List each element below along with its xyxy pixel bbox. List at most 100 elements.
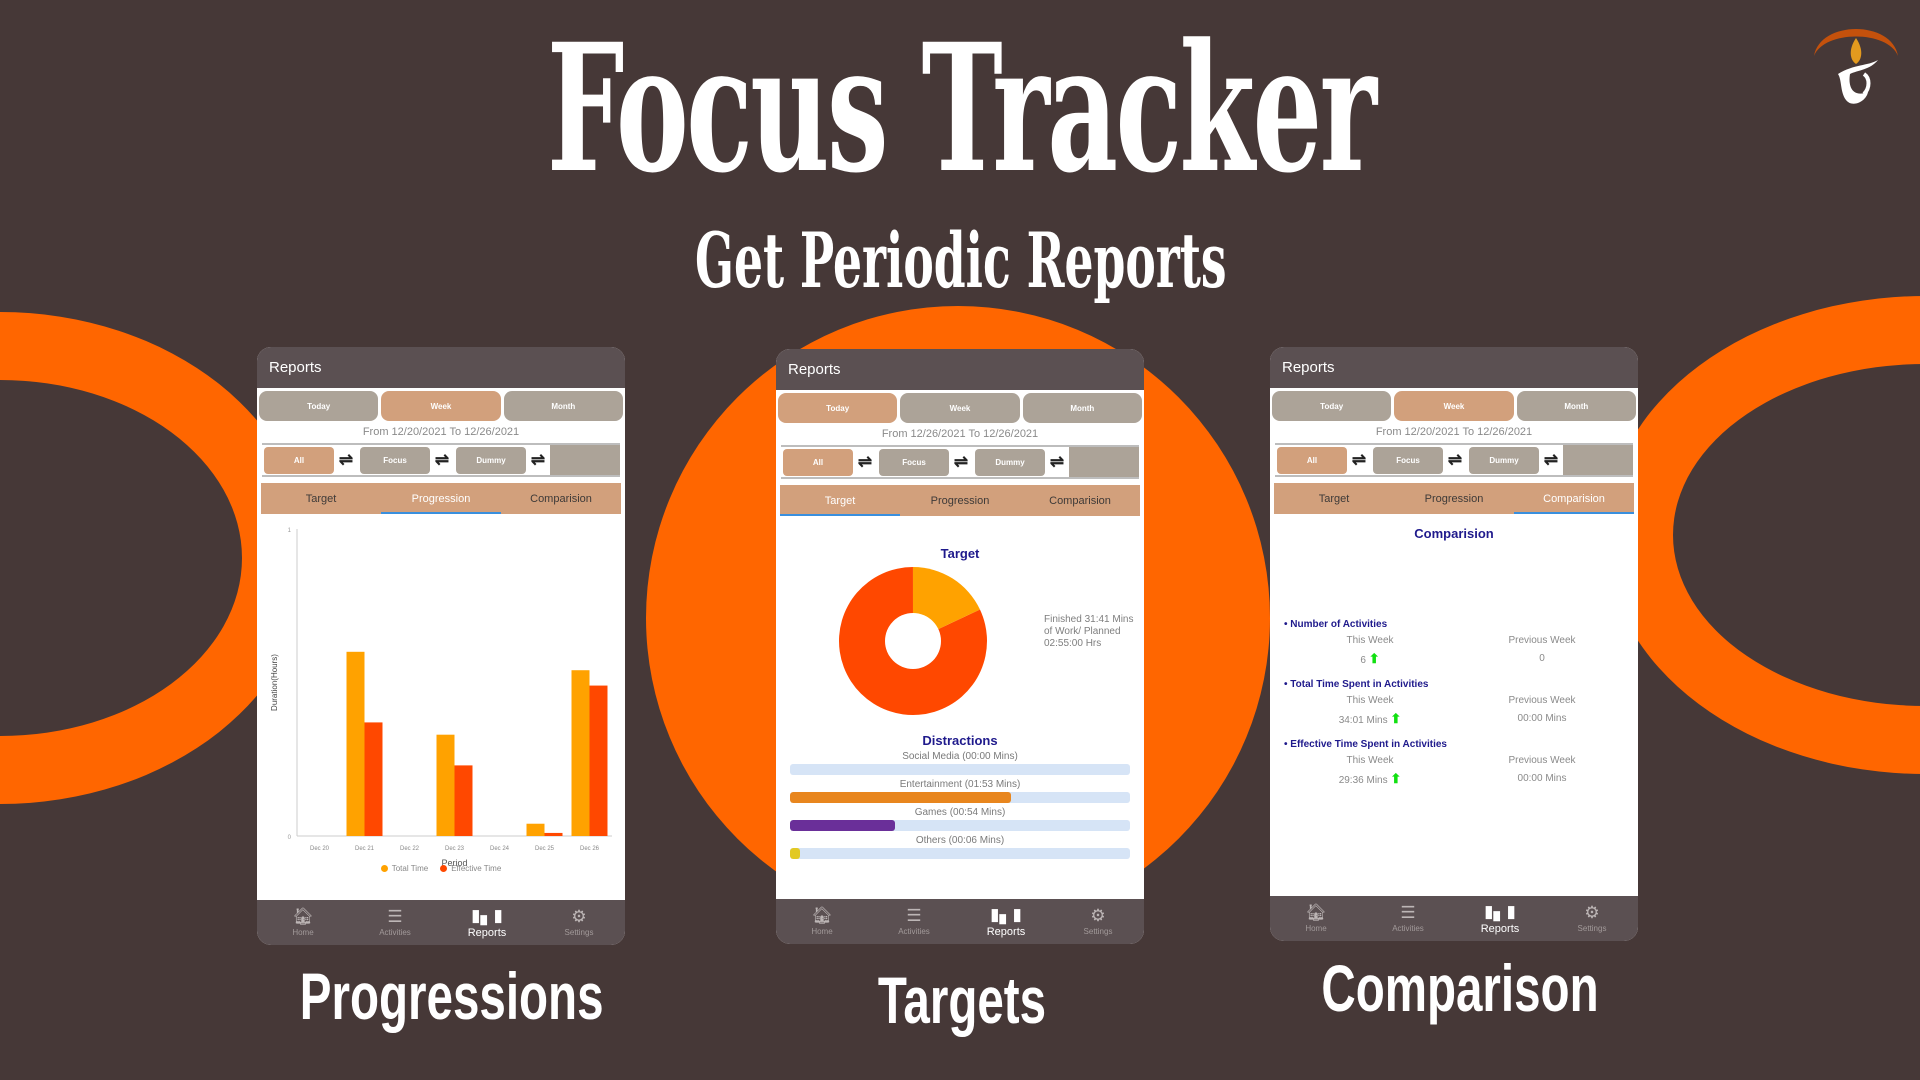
activity-filter-row: All ⇌ Focus ⇌ Dummy ⇌ xyxy=(1275,443,1633,477)
comparison-section-total-time: • Total Time Spent in Activities This We… xyxy=(1284,678,1628,730)
swap-icon[interactable]: ⇌ xyxy=(334,450,358,470)
bar-effective-time xyxy=(544,832,563,836)
period-selector: Today Week Month xyxy=(257,388,625,421)
gear-icon: ⚙ xyxy=(571,907,587,926)
bar-effective-time xyxy=(364,722,383,836)
swap-icon[interactable]: ⇌ xyxy=(1443,450,1467,470)
tab-comparision[interactable]: Comparision xyxy=(1020,485,1140,516)
value-text: 29:36 Mins xyxy=(1338,775,1388,786)
swap-icon[interactable]: ⇌ xyxy=(526,450,550,470)
candle-flame-logo-icon xyxy=(1808,8,1904,112)
app-bar-title: Reports xyxy=(1270,347,1638,388)
tab-progression[interactable]: Progression xyxy=(900,485,1020,516)
filter-dummy-button[interactable]: Dummy xyxy=(1469,446,1539,474)
target-summary-text: Finished 31:41 Mins of Work/ Planned 02:… xyxy=(1044,614,1134,649)
distraction-progress-track xyxy=(790,848,1130,859)
swap-icon[interactable]: ⇌ xyxy=(853,452,877,472)
x-tick-label: Dec 21 xyxy=(355,846,375,852)
period-month-button[interactable]: Month xyxy=(1022,393,1142,423)
nav-settings[interactable]: ⚙ Settings xyxy=(1546,896,1638,941)
filter-focus-button[interactable]: Focus xyxy=(879,448,949,476)
this-week-value: 6 ⬆ xyxy=(1284,650,1456,670)
period-week-button[interactable]: Week xyxy=(900,393,1020,423)
gear-icon: ⚙ xyxy=(1584,903,1600,922)
distractions-list: Social Media (00:00 Mins) Entertainment … xyxy=(790,750,1130,862)
previous-week-label: Previous Week xyxy=(1508,635,1576,646)
distraction-progress-track xyxy=(790,792,1130,803)
filter-dummy-button[interactable]: Dummy xyxy=(456,446,526,474)
filter-focus-button[interactable]: Focus xyxy=(1373,446,1443,474)
bar-effective-time xyxy=(454,765,473,836)
date-range: From 12/26/2021 To 12/26/2021 xyxy=(881,428,1039,440)
target-heading: Target xyxy=(940,546,980,561)
nav-activities[interactable]: ☰ Activities xyxy=(349,900,441,945)
previous-week-value: 00:00 Mins xyxy=(1517,713,1567,724)
period-today-button[interactable]: Today xyxy=(778,393,898,423)
previous-week-value: 00:00 Mins xyxy=(1517,773,1567,784)
nav-activities[interactable]: ☰ Activities xyxy=(1362,896,1454,941)
nav-home[interactable]: 🏠︎ Home xyxy=(1270,896,1362,941)
nav-home[interactable]: 🏠︎ Home xyxy=(257,900,349,945)
chart-legend: Total Time Effective Time xyxy=(257,864,625,873)
comparison-section-effective-time: • Effective Time Spent in Activities Thi… xyxy=(1284,738,1628,790)
heading-text: Number of Activities xyxy=(1290,619,1388,630)
swap-icon[interactable]: ⇌ xyxy=(1347,450,1371,470)
period-month-button[interactable]: Month xyxy=(1516,391,1636,421)
x-tick-label: Dec 24 xyxy=(490,846,510,852)
nav-reports[interactable]: ▮▖▮ Reports xyxy=(1454,896,1546,941)
distraction-progress-fill xyxy=(790,820,896,831)
comparison-section-heading: • Effective Time Spent in Activities xyxy=(1284,739,1447,750)
comparison-section-heading: • Total Time Spent in Activities xyxy=(1284,679,1429,690)
tab-comparision[interactable]: Comparision xyxy=(1514,483,1634,514)
period-today-button[interactable]: Today xyxy=(259,391,379,421)
nav-home[interactable]: 🏠︎ Home xyxy=(776,899,868,944)
period-selector: Today Week Month xyxy=(1270,388,1638,421)
period-month-button[interactable]: Month xyxy=(503,391,623,421)
swap-icon[interactable]: ⇌ xyxy=(949,452,973,472)
heading-text: Total Time Spent in Activities xyxy=(1290,679,1429,690)
bottom-nav: 🏠︎ Home ☰ Activities ▮▖▮ Reports ⚙ Settings xyxy=(257,900,625,945)
previous-week-value: 0 xyxy=(1539,653,1545,664)
tab-target[interactable]: Target xyxy=(1274,483,1394,514)
banner-title: Focus Tracker xyxy=(546,5,1377,212)
nav-settings[interactable]: ⚙ Settings xyxy=(1052,899,1144,944)
tab-progression[interactable]: Progression xyxy=(1394,483,1514,514)
nav-settings[interactable]: ⚙ Settings xyxy=(533,900,625,945)
filter-all-button[interactable]: All xyxy=(783,448,853,476)
swap-icon[interactable]: ⇌ xyxy=(1045,452,1069,472)
legend-label: Effective Time xyxy=(451,864,502,873)
comparison-content: Comparision • Number of Activities This … xyxy=(1270,514,1638,896)
period-week-button[interactable]: Week xyxy=(381,391,501,421)
nav-reports[interactable]: ▮▖▮ Reports xyxy=(960,899,1052,944)
nav-reports[interactable]: ▮▖▮ Reports xyxy=(441,900,533,945)
distraction-label: Social Media (00:00 Mins) xyxy=(902,751,1018,762)
nav-activities[interactable]: ☰ Activities xyxy=(868,899,960,944)
swap-icon[interactable]: ⇌ xyxy=(430,450,454,470)
tab-target[interactable]: Target xyxy=(261,483,381,514)
filter-all-button[interactable]: All xyxy=(1277,446,1347,474)
activity-filter-row: All ⇌ Focus ⇌ Dummy ⇌ xyxy=(781,445,1139,479)
bar-total-time xyxy=(571,670,590,836)
caption-targets: Targets xyxy=(877,963,1047,1037)
distraction-item: Others (00:06 Mins) xyxy=(790,834,1130,859)
distraction-label: Entertainment (01:53 Mins) xyxy=(899,779,1021,790)
swap-icon[interactable]: ⇌ xyxy=(1539,450,1563,470)
filter-all-button[interactable]: All xyxy=(264,446,334,474)
distraction-label: Others (00:06 Mins) xyxy=(915,835,1005,846)
filter-focus-button[interactable]: Focus xyxy=(360,446,430,474)
tab-progression[interactable]: Progression xyxy=(381,483,501,514)
bar-chart-icon: ▮▖▮ xyxy=(1484,901,1516,921)
tab-target[interactable]: Target xyxy=(780,485,900,516)
home-icon: 🏠︎ xyxy=(1305,903,1327,922)
report-tabs: Target Progression Comparision xyxy=(1274,483,1634,514)
period-today-button[interactable]: Today xyxy=(1272,391,1392,421)
previous-week-label: Previous Week xyxy=(1508,695,1576,706)
donut-hole xyxy=(885,613,941,669)
this-week-value: 29:36 Mins ⬆ xyxy=(1284,770,1456,790)
filter-dummy-button[interactable]: Dummy xyxy=(975,448,1045,476)
distraction-progress-fill xyxy=(790,792,1011,803)
comparison-list: • Number of Activities This Week Previou… xyxy=(1284,618,1628,798)
tab-comparision[interactable]: Comparision xyxy=(501,483,621,514)
period-week-button[interactable]: Week xyxy=(1394,391,1514,421)
app-bar-title: Reports xyxy=(776,349,1144,390)
